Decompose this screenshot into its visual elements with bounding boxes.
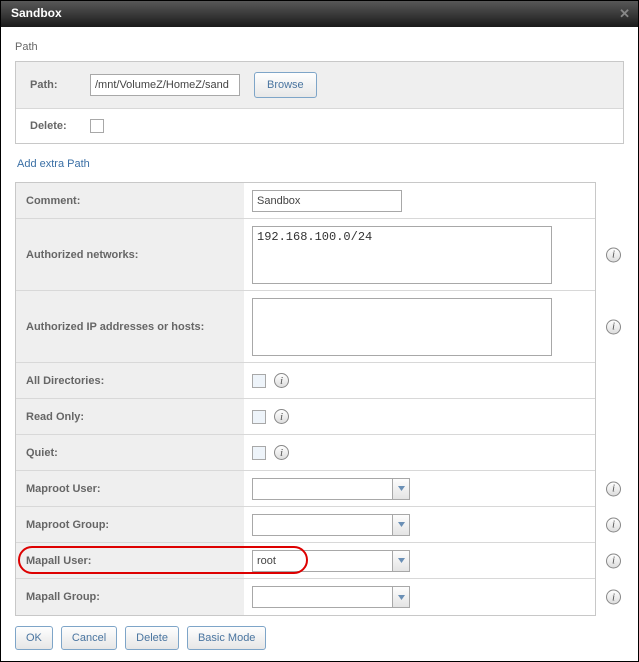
row-all-directories: All Directories: i bbox=[16, 363, 595, 399]
auth-hosts-textarea[interactable] bbox=[252, 298, 552, 356]
row-maproot-user: Maproot User: i bbox=[16, 471, 595, 507]
auth-networks-textarea[interactable] bbox=[252, 226, 552, 284]
label-auth-networks: Authorized networks: bbox=[16, 219, 244, 290]
delete-checkbox[interactable] bbox=[90, 119, 104, 133]
info-icon[interactable]: i bbox=[274, 445, 289, 460]
read-only-checkbox[interactable] bbox=[252, 410, 266, 424]
titlebar: Sandbox ✕ bbox=[1, 1, 638, 27]
label-maproot-user: Maproot User: bbox=[16, 471, 244, 506]
path-row: Path: Browse bbox=[16, 62, 623, 109]
quiet-checkbox[interactable] bbox=[252, 446, 266, 460]
label-auth-hosts: Authorized IP addresses or hosts: bbox=[16, 291, 244, 362]
all-directories-checkbox[interactable] bbox=[252, 374, 266, 388]
label-comment: Comment: bbox=[16, 183, 244, 218]
label-maproot-group: Maproot Group: bbox=[16, 507, 244, 542]
chevron-down-icon[interactable] bbox=[392, 586, 410, 608]
form-wrap: Comment: Authorized networks: i Authoriz… bbox=[15, 182, 596, 616]
delete-label: Delete: bbox=[30, 120, 90, 132]
info-icon[interactable]: i bbox=[606, 517, 621, 532]
basic-mode-button[interactable]: Basic Mode bbox=[187, 626, 266, 650]
comment-input[interactable] bbox=[252, 190, 402, 212]
dialog-window: Sandbox ✕ Path Path: Browse Delete: Add … bbox=[0, 0, 639, 662]
row-auth-hosts: Authorized IP addresses or hosts: i bbox=[16, 291, 595, 363]
delete-row: Delete: bbox=[16, 109, 623, 143]
window-title: Sandbox bbox=[11, 6, 62, 20]
info-icon[interactable]: i bbox=[606, 590, 621, 605]
path-heading: Path bbox=[15, 39, 624, 55]
maproot-group-input[interactable] bbox=[252, 514, 392, 536]
info-icon[interactable]: i bbox=[606, 481, 621, 496]
label-mapall-group: Mapall Group: bbox=[16, 579, 244, 615]
cancel-button[interactable]: Cancel bbox=[61, 626, 117, 650]
maproot-group-combo[interactable] bbox=[252, 514, 410, 536]
path-label: Path: bbox=[30, 79, 90, 91]
info-icon[interactable]: i bbox=[606, 553, 621, 568]
info-icon[interactable]: i bbox=[274, 409, 289, 424]
close-icon[interactable]: ✕ bbox=[619, 6, 630, 22]
button-bar: OK Cancel Delete Basic Mode bbox=[15, 626, 624, 650]
row-comment: Comment: bbox=[16, 183, 595, 219]
row-maproot-group: Maproot Group: i bbox=[16, 507, 595, 543]
maproot-user-combo[interactable] bbox=[252, 478, 410, 500]
row-mapall-group: Mapall Group: i bbox=[16, 579, 595, 615]
ok-button[interactable]: OK bbox=[15, 626, 53, 650]
chevron-down-icon[interactable] bbox=[392, 514, 410, 536]
row-mapall-user: Mapall User: i bbox=[16, 543, 595, 579]
info-icon[interactable]: i bbox=[274, 373, 289, 388]
delete-button[interactable]: Delete bbox=[125, 626, 179, 650]
chevron-down-icon[interactable] bbox=[392, 550, 410, 572]
info-icon[interactable]: i bbox=[606, 319, 621, 334]
form-table: Comment: Authorized networks: i Authoriz… bbox=[15, 182, 596, 616]
row-read-only: Read Only: i bbox=[16, 399, 595, 435]
browse-button[interactable]: Browse bbox=[254, 72, 317, 98]
row-auth-networks: Authorized networks: i bbox=[16, 219, 595, 291]
chevron-down-icon[interactable] bbox=[392, 478, 410, 500]
mapall-group-combo[interactable] bbox=[252, 586, 410, 608]
mapall-user-input[interactable] bbox=[252, 550, 392, 572]
path-input[interactable] bbox=[90, 74, 240, 96]
mapall-user-combo[interactable] bbox=[252, 550, 410, 572]
label-read-only: Read Only: bbox=[16, 399, 244, 434]
row-quiet: Quiet: i bbox=[16, 435, 595, 471]
info-icon[interactable]: i bbox=[606, 247, 621, 262]
maproot-user-input[interactable] bbox=[252, 478, 392, 500]
dialog-content: Path Path: Browse Delete: Add extra Path… bbox=[1, 27, 638, 662]
path-box: Path: Browse Delete: bbox=[15, 61, 624, 144]
label-quiet: Quiet: bbox=[16, 435, 244, 470]
label-mapall-user: Mapall User: bbox=[16, 543, 244, 578]
label-all-directories: All Directories: bbox=[16, 363, 244, 398]
add-extra-path-link[interactable]: Add extra Path bbox=[15, 152, 624, 182]
mapall-group-input[interactable] bbox=[252, 586, 392, 608]
